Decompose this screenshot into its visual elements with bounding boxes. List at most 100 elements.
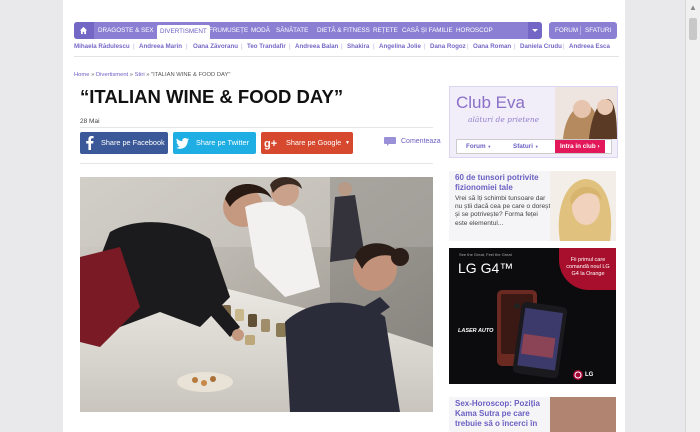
club-eva-photo [555, 87, 617, 139]
arrow-right-icon: › [597, 143, 600, 150]
separator: | [341, 43, 343, 50]
comment-bubble-icon [384, 137, 396, 146]
separator: | [133, 43, 135, 50]
club-forum-dropdown[interactable]: Forum ▼ [466, 140, 491, 153]
promo-image[interactable] [550, 171, 616, 241]
ad-tagline: See the Great, Feel the Great [459, 252, 512, 257]
share-facebook-button[interactable]: Share pe Facebook [80, 132, 168, 154]
enter-club-label: Intra in club [560, 143, 596, 150]
nav-item[interactable]: Dragoste & Sex [98, 22, 154, 39]
breadcrumb-section[interactable]: Divertisment [96, 72, 128, 78]
nav-item[interactable]: Modă [251, 22, 270, 39]
celebrity-link[interactable]: Andreea Esca [569, 43, 610, 50]
lg-logo-icon [573, 370, 583, 380]
breadcrumb-separator: » [91, 72, 95, 78]
chevron-down-icon: ▼ [487, 144, 492, 149]
nav-forum[interactable]: Forum [555, 22, 578, 39]
club-sfaturi-dropdown[interactable]: Sfaturi ▼ [513, 140, 539, 153]
club-forum-label: Forum [466, 143, 486, 150]
nav-item[interactable]: Divertisment [157, 25, 210, 39]
breadcrumb: Home » Divertisment » Stiri » "ITALIAN W… [74, 72, 230, 78]
share-google-label: Share pe Google [286, 138, 342, 147]
horoscope-promo-image[interactable] [550, 397, 616, 432]
scrollbar-thumb[interactable] [689, 18, 697, 40]
separator: | [289, 43, 291, 50]
celebrity-link[interactable]: Angelina Jolie [379, 43, 421, 50]
breadcrumb-separator: » [146, 72, 150, 78]
breadcrumb-sub[interactable]: Stiri [135, 72, 145, 78]
article-date: 28 Mai [80, 118, 100, 125]
separator: | [424, 43, 426, 50]
article-photo [80, 177, 433, 412]
breadcrumb-separator: » [129, 72, 134, 78]
separator: | [186, 43, 188, 50]
divider [74, 56, 619, 57]
nav-separator [580, 26, 581, 35]
google-plus-icon: g+ [264, 138, 277, 150]
page-container: Dragoste & Sex Divertisment Frumusețe Modă S… [63, 0, 625, 432]
celebrity-link[interactable]: Andreea Marin [139, 43, 182, 50]
ad-brand: LG [585, 372, 594, 378]
celebrity-link[interactable]: Teo Trandafir [247, 43, 286, 50]
nav-more-dropdown[interactable] [528, 22, 542, 39]
nav-sfaturi[interactable]: Sfaturi [585, 22, 611, 39]
celebrity-link[interactable]: Shakira [347, 43, 369, 50]
share-twitter-label: Share pe Twitter [196, 138, 249, 147]
ad-badge-text: Fii primul care comandă noul LG G4 la Or… [566, 257, 610, 277]
divider [80, 163, 433, 164]
ad-logo: LG G4™ [458, 260, 514, 276]
lg-g4-ad[interactable]: See the Great, Feel the Great LG G4™ Fii… [449, 248, 616, 384]
celebrity-link[interactable]: Dana Rogoz [430, 43, 466, 50]
ad-laser-text: LASER AUTO [458, 328, 494, 334]
club-eva-title[interactable]: Club Eva [456, 93, 525, 113]
enter-club-button[interactable]: Intra in club › [555, 140, 605, 153]
home-icon [79, 26, 88, 35]
chevron-down-icon: ▼ [534, 144, 539, 149]
promo-text: Vrei să îți schimbi tunsoare dar nu știi… [455, 195, 552, 227]
celebrity-links: Mihaela Rădulescu | Andreea Marin | Oana… [74, 43, 619, 53]
vertical-scrollbar[interactable]: ▲ [685, 0, 700, 432]
nav-item[interactable]: Dietă & Fitness [317, 22, 370, 39]
nav-item[interactable]: Frumusețe [209, 22, 248, 39]
horoscope-promo[interactable]: Sex-Horoscop: Poziția Kama Sutra pe care… [449, 397, 616, 432]
nav-item[interactable]: Sănătate [276, 22, 308, 39]
chevron-down-icon: ▼ [345, 140, 350, 146]
share-facebook-label: Share pe Facebook [101, 138, 165, 147]
home-button[interactable] [74, 22, 94, 39]
club-eva-links: Forum ▼ Sfaturi ▼ Intra in club › [456, 139, 612, 154]
scroll-up-arrow-icon[interactable]: ▲ [689, 3, 697, 13]
club-sfaturi-label: Sfaturi [513, 143, 533, 150]
browser-viewport: ▲ Dragoste & Sex Divertisment Frumusețe Mod… [0, 0, 700, 432]
celebrity-link[interactable]: Oana Roman [473, 43, 511, 50]
hairstyle-promo[interactable]: 60 de tunsori potrivite fizionomiei tale… [449, 171, 616, 241]
club-eva-subtitle: alături de prietene [468, 115, 540, 124]
nav-item[interactable]: Casă și familie [402, 22, 453, 39]
comments-label: Comenteaza [401, 138, 441, 145]
separator: | [373, 43, 375, 50]
separator: | [563, 43, 565, 50]
separator: | [467, 43, 469, 50]
svg-text:g+: g+ [264, 138, 277, 150]
club-eva-widget: Club Eva alături de prietene Forum ▼ Sfa… [449, 86, 618, 158]
main-nav: Dragoste & Sex Divertisment Frumusețe Modă S… [74, 22, 542, 39]
page-title: “ITALIAN WINE & FOOD DAY” [80, 86, 344, 107]
breadcrumb-current: "ITALIAN WINE & FOOD DAY" [151, 72, 231, 78]
share-google-button[interactable]: g+ Share pe Google ▼ [261, 132, 353, 154]
horoscope-promo-title[interactable]: Sex-Horoscop: Poziția Kama Sutra pe care… [455, 399, 551, 429]
nav-item[interactable]: Horoscop [456, 22, 493, 39]
twitter-icon [175, 138, 189, 149]
separator: | [241, 43, 243, 50]
separator: | [514, 43, 516, 50]
secondary-nav: Forum Sfaturi [549, 22, 617, 39]
promo-title[interactable]: 60 de tunsori potrivite fizionomiei tale [455, 173, 551, 193]
wine-tasting-photo [80, 177, 433, 412]
breadcrumb-home[interactable]: Home [74, 72, 89, 78]
celebrity-link[interactable]: Daniela Crudu [520, 43, 562, 50]
celebrity-link[interactable]: Andreea Balan [295, 43, 338, 50]
share-twitter-button[interactable]: Share pe Twitter [173, 132, 256, 154]
divider [80, 127, 433, 128]
facebook-icon [86, 136, 94, 150]
celebrity-link[interactable]: Mihaela Rădulescu [74, 43, 130, 50]
nav-item[interactable]: Rețete [373, 22, 398, 39]
celebrity-link[interactable]: Oana Zăvoranu [193, 43, 238, 50]
